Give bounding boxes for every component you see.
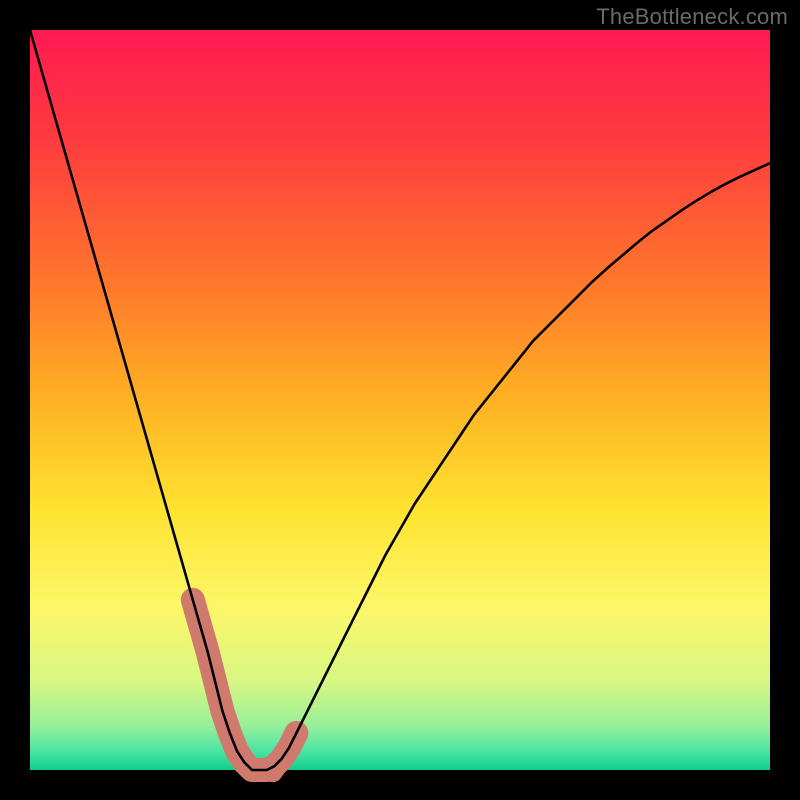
plot-area — [30, 30, 770, 770]
watermark-text: TheBottleneck.com — [596, 4, 788, 30]
chart-frame: TheBottleneck.com — [0, 0, 800, 800]
bottleneck-curve — [30, 30, 770, 770]
curve-layer — [30, 30, 770, 770]
